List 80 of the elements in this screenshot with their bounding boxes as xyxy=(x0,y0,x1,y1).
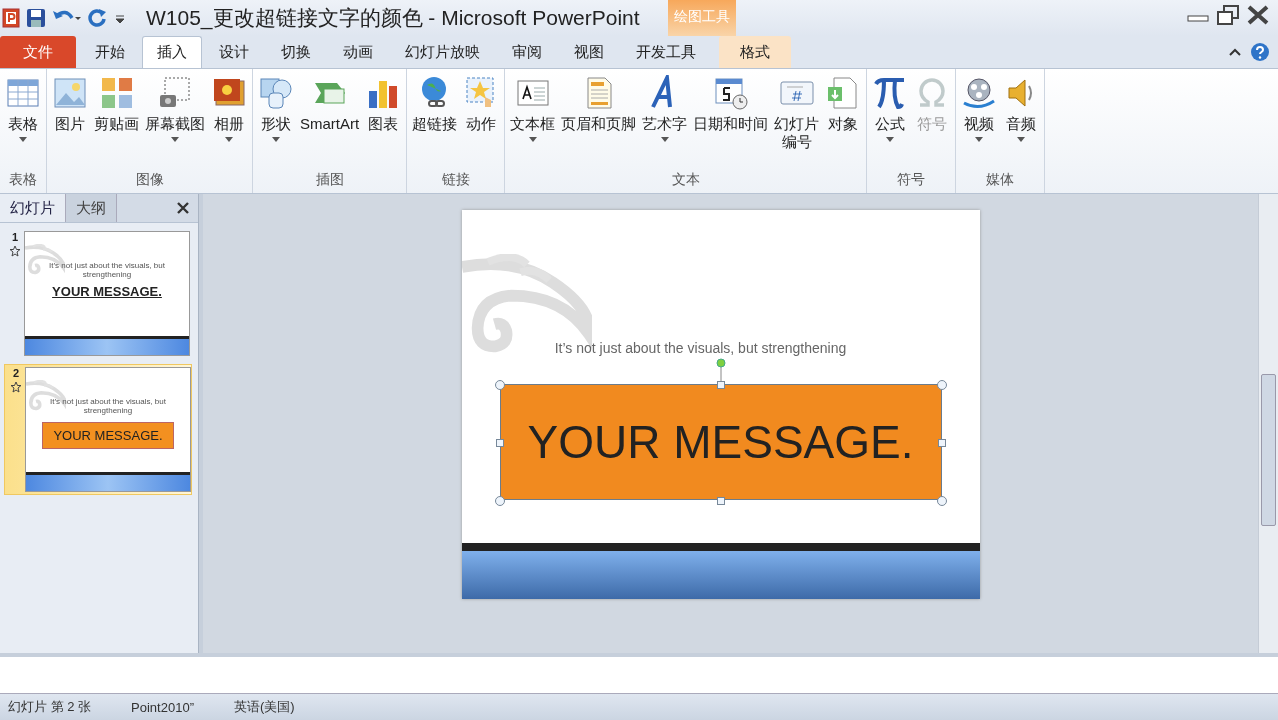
picture-icon xyxy=(52,75,88,111)
ribbon-button[interactable]: SmartArt xyxy=(297,73,363,168)
ribbon-button[interactable]: 日期和时间 xyxy=(690,73,772,168)
shapes-icon xyxy=(258,75,294,111)
ribbon-tab[interactable]: 插入 xyxy=(142,36,202,68)
ribbon-button[interactable]: 形状 xyxy=(255,73,297,168)
ribbon-tab[interactable]: 开发工具 xyxy=(621,36,711,68)
ribbon-button[interactable]: 艺术字 xyxy=(639,73,691,168)
ribbon-group-label: 媒体 xyxy=(985,170,1016,189)
ribbon-button[interactable]: 公式 xyxy=(869,73,912,168)
pane-tab[interactable]: 大纲 xyxy=(66,194,117,222)
context-tab-group: 绘图工具 xyxy=(667,0,736,36)
slide-thumbnail[interactable]: It’s not just about the visuals, but strengthening YOUR MESSAGE. xyxy=(25,367,191,492)
ribbon-button[interactable]: 相册 xyxy=(208,73,250,168)
slide-thumbnail-row[interactable]: 2 It’s not just about the visuals, but strengthening YOUR MESSAGE. xyxy=(4,364,192,495)
slide-heading: YOUR MESSAGE. xyxy=(52,283,162,299)
slide-subtitle: It’s not just about the visuals, but strengthening xyxy=(49,398,167,416)
status-text: Point2010” xyxy=(131,699,194,715)
restore-icon[interactable] xyxy=(1216,4,1240,26)
ribbon-tab[interactable]: 视图 xyxy=(559,36,619,68)
close-icon[interactable] xyxy=(176,201,190,215)
status-text: 英语(美国) xyxy=(233,698,295,716)
powerpoint-logo-icon[interactable] xyxy=(2,8,20,28)
rotation-handle[interactable] xyxy=(715,358,726,384)
dropdown-caret-icon xyxy=(528,137,537,142)
ribbon-tab[interactable]: 幻灯片放映 xyxy=(390,36,495,68)
redo-icon[interactable] xyxy=(88,8,108,28)
ribbon-tab[interactable]: 切换 xyxy=(266,36,326,68)
slide-heading: YOUR MESSAGE. xyxy=(42,421,174,449)
dropdown-caret-icon xyxy=(975,137,984,142)
ribbon-tab[interactable]: 开始 xyxy=(80,36,140,68)
ribbon-button[interactable]: 图表 xyxy=(362,73,405,168)
dropdown-caret-icon xyxy=(272,137,280,142)
datetime-icon xyxy=(712,75,749,111)
ribbon-button[interactable]: 剪贴画 xyxy=(91,73,142,168)
ribbon-group-label: 插图 xyxy=(314,170,345,189)
status-text: 幻灯片 第 2 张 xyxy=(8,698,92,716)
ribbon-tab[interactable]: 动画 xyxy=(328,36,388,68)
ribbon-tab[interactable]: 格式 xyxy=(719,36,791,68)
ribbon-button[interactable]: 表格 xyxy=(2,73,44,168)
ribbon-button[interactable]: 超链接 xyxy=(409,73,461,168)
ribbon-group-label: 链接 xyxy=(440,170,471,189)
slide-subtitle[interactable]: It’s not just about the visuals, but strengthening xyxy=(554,340,847,356)
ribbon-button[interactable]: 对象 xyxy=(822,73,865,168)
ribbon-group-label: 文本 xyxy=(670,170,701,189)
dropdown-caret-icon xyxy=(171,137,179,142)
slide-thumbnail[interactable]: It’s not just about the visuals, but strengthening YOUR MESSAGE. xyxy=(24,231,190,356)
pane-tab[interactable]: 幻灯片 xyxy=(0,194,66,222)
ribbon-button[interactable]: 文本框 xyxy=(507,73,559,168)
ribbon-tab[interactable]: 审阅 xyxy=(497,36,557,68)
window-title: W105_更改超链接文字的颜色 - Microsoft PowerPoint xyxy=(146,5,640,32)
message-shape[interactable]: YOUR MESSAGE. xyxy=(499,384,942,500)
slide-heading[interactable]: YOUR MESSAGE. xyxy=(527,415,914,469)
close-icon[interactable] xyxy=(1246,4,1270,26)
vertical-scrollbar[interactable] xyxy=(1258,194,1278,653)
slide-subtitle: It’s not just about the visuals, but strengthening xyxy=(48,262,166,280)
dropdown-caret-icon xyxy=(225,137,233,142)
ribbon-button[interactable]: 图片 xyxy=(49,73,91,168)
ribbon-button[interactable]: 幻灯片编号 xyxy=(771,73,823,168)
ribbon-button[interactable]: 视频 xyxy=(958,73,1001,168)
ribbon-group-label: 符号 xyxy=(896,170,927,189)
animation-star-icon xyxy=(10,381,22,393)
slide-number: 1 xyxy=(11,231,19,243)
slide-thumbnail-row[interactable]: 1 It’s not just about the visuals, but strengthening YOUR MESSAGE. xyxy=(4,229,192,358)
save-icon[interactable] xyxy=(26,8,46,28)
ribbon-button[interactable]: 页眉和页脚 xyxy=(558,73,640,168)
dropdown-caret-icon xyxy=(886,137,895,142)
ribbon-tab[interactable]: 设计 xyxy=(204,36,264,68)
help-icon[interactable] xyxy=(1250,42,1270,62)
animation-star-icon xyxy=(9,245,21,257)
ribbon-button[interactable]: 动作 xyxy=(460,73,503,168)
dropdown-caret-icon xyxy=(1017,137,1026,142)
ribbon-button[interactable]: 音频 xyxy=(1000,73,1043,168)
ribbon-group-label: 表格 xyxy=(8,170,38,189)
dropdown-caret-icon xyxy=(660,137,669,142)
slide-number: 2 xyxy=(12,367,20,379)
ribbon-button[interactable]: 屏幕截图 xyxy=(142,73,208,168)
dropdown-caret-icon xyxy=(19,137,27,142)
ribbon-group-label: 图像 xyxy=(134,170,165,189)
ribbon-tab[interactable]: 文件 xyxy=(0,36,76,68)
